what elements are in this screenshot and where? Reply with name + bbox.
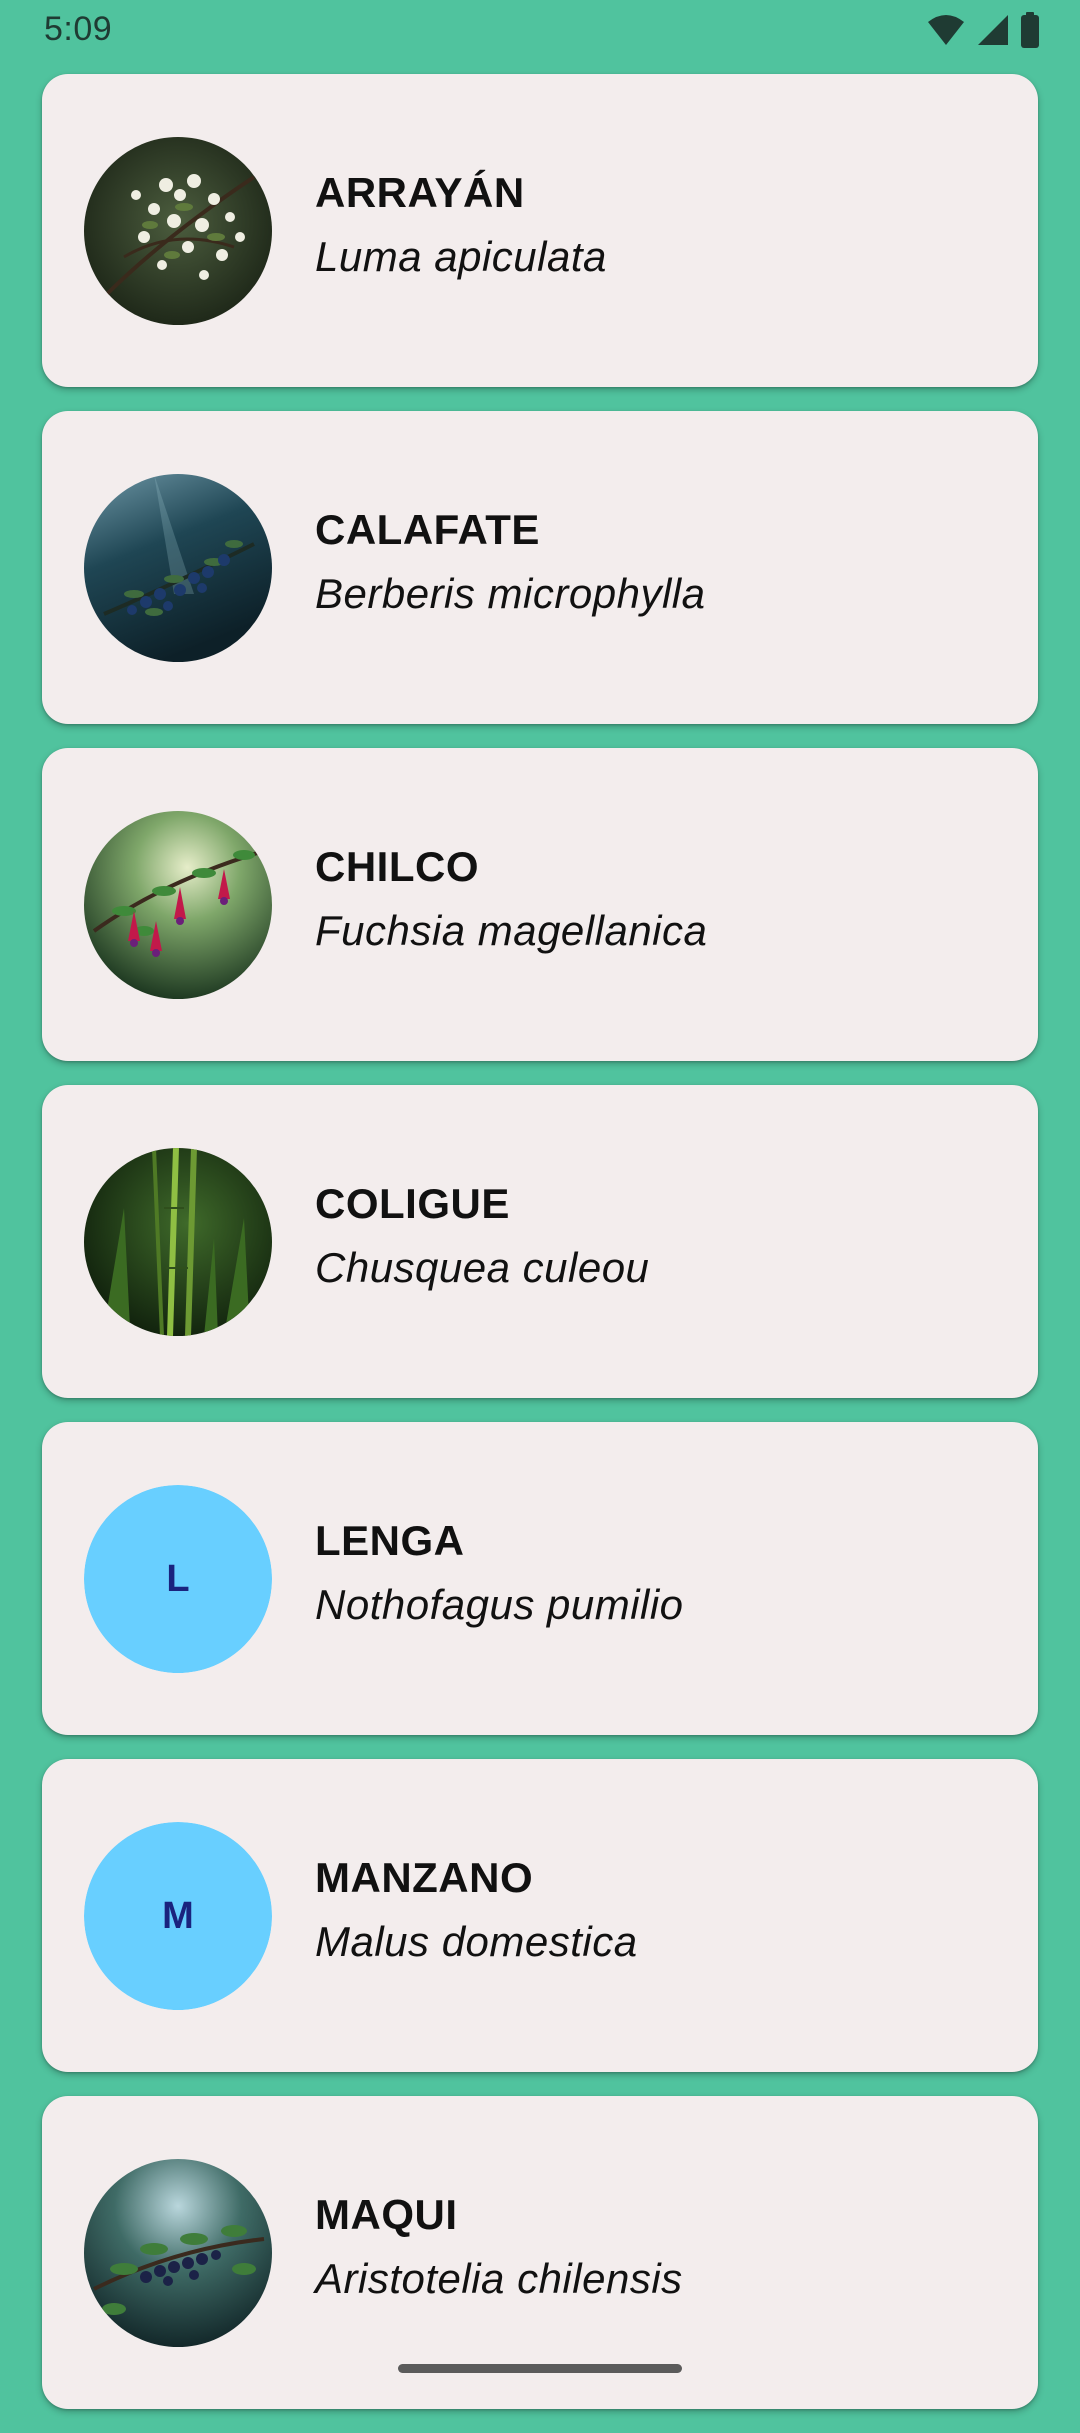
plant-card[interactable]: CHILCO Fuchsia magellanica — [42, 748, 1038, 1061]
plant-scientific-name: Luma apiculata — [315, 233, 607, 280]
plant-thumbnail-image — [84, 2159, 272, 2347]
plant-card-text: MAQUI Aristotelia chilensis — [315, 2194, 683, 2300]
plant-common-name: LENGA — [315, 1517, 465, 1564]
wifi-icon — [926, 13, 966, 47]
status-bar: 5:09 — [0, 0, 1080, 64]
plant-common-name: ARRAYÁN — [315, 169, 525, 216]
avatar-letter: L — [84, 1485, 272, 1673]
plant-card[interactable]: M MANZANO Malus domestica — [42, 1759, 1038, 2072]
plant-thumbnail-image — [84, 811, 272, 999]
cell-signal-icon — [976, 13, 1010, 47]
plant-scientific-name: Aristotelia chilensis — [315, 2255, 683, 2302]
plant-common-name: MAQUI — [315, 2191, 458, 2238]
plant-card[interactable]: L LENGA Nothofagus pumilio — [42, 1422, 1038, 1735]
plant-scientific-name: Berberis microphylla — [315, 570, 706, 617]
plant-common-name: COLIGUE — [315, 1180, 510, 1227]
plant-thumbnail-image — [84, 137, 272, 325]
plant-card-text: MANZANO Malus domestica — [315, 1857, 638, 1963]
plant-common-name: CALAFATE — [315, 506, 540, 553]
plant-common-name: MANZANO — [315, 1854, 534, 1901]
battery-icon — [1020, 12, 1040, 48]
plant-card[interactable]: CALAFATE Berberis microphylla — [42, 411, 1038, 724]
plant-card-text: COLIGUE Chusquea culeou — [315, 1183, 649, 1289]
avatar-letter: M — [84, 1822, 272, 2010]
status-icons — [926, 12, 1040, 48]
plant-scientific-name: Malus domestica — [315, 1918, 638, 1965]
plant-letter-avatar: L — [84, 1485, 272, 1673]
status-time: 5:09 — [44, 10, 113, 48]
plant-card-text: ARRAYÁN Luma apiculata — [315, 172, 607, 278]
plant-card-text: LENGA Nothofagus pumilio — [315, 1520, 684, 1626]
plant-card-text: CALAFATE Berberis microphylla — [315, 509, 705, 615]
plant-card[interactable]: MAQUI Aristotelia chilensis — [42, 2096, 1038, 2409]
plant-list: ARRAYÁN Luma apiculata CALAFATE Berberis… — [42, 74, 1038, 2433]
plant-letter-avatar: M — [84, 1822, 272, 2010]
plant-card[interactable]: ARRAYÁN Luma apiculata — [42, 74, 1038, 387]
plant-common-name: CHILCO — [315, 843, 479, 890]
plant-thumbnail-image — [84, 1148, 272, 1336]
plant-scientific-name: Nothofagus pumilio — [315, 1581, 684, 1628]
gesture-nav-handle[interactable] — [398, 2364, 682, 2373]
plant-scientific-name: Fuchsia magellanica — [315, 907, 708, 954]
plant-card[interactable]: COLIGUE Chusquea culeou — [42, 1085, 1038, 1398]
plant-card-text: CHILCO Fuchsia magellanica — [315, 846, 707, 952]
plant-scientific-name: Chusquea culeou — [315, 1244, 650, 1291]
plant-thumbnail-image — [84, 474, 272, 662]
